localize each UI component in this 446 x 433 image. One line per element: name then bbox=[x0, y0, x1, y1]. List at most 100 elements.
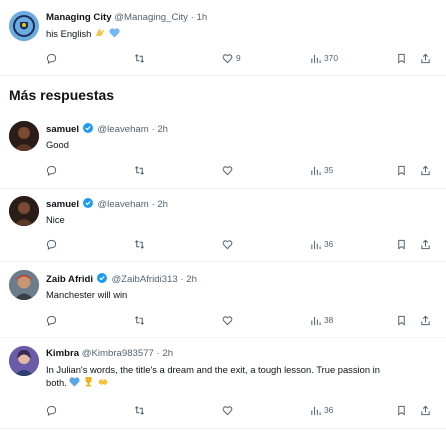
tweet-time[interactable]: 1h bbox=[197, 12, 208, 23]
tweet-time[interactable]: 2h bbox=[157, 199, 168, 210]
avatar-kimbra[interactable] bbox=[9, 346, 39, 376]
divider bbox=[0, 428, 446, 429]
share-icon bbox=[421, 53, 430, 63]
divider bbox=[0, 337, 446, 338]
bookmark-button[interactable] bbox=[396, 163, 407, 177]
person-photo-icon bbox=[9, 270, 39, 300]
reply-button[interactable] bbox=[46, 403, 60, 417]
avatar-samuel[interactable] bbox=[9, 196, 39, 226]
bookmark-icon bbox=[398, 239, 405, 250]
reply-button[interactable] bbox=[46, 313, 60, 327]
person-photo-icon bbox=[9, 121, 39, 151]
bookmark-icon bbox=[398, 165, 405, 176]
share-button[interactable] bbox=[420, 237, 431, 251]
reply-icon bbox=[46, 239, 57, 250]
like-button[interactable] bbox=[222, 163, 236, 177]
reply-icon bbox=[46, 53, 57, 64]
bookmark-button[interactable] bbox=[396, 237, 407, 251]
manchester-city-badge-icon bbox=[9, 11, 39, 41]
reply-button[interactable] bbox=[46, 237, 60, 251]
tweet-text: Manchester will win bbox=[46, 289, 128, 300]
reply-icon bbox=[46, 315, 57, 326]
retweet-button[interactable] bbox=[134, 403, 148, 417]
views-icon bbox=[311, 54, 321, 63]
tweet-header: samuel @leaveham · 2h bbox=[46, 198, 168, 210]
avatar-managing-city[interactable] bbox=[9, 11, 39, 41]
blue-heart-emoji-icon bbox=[69, 377, 81, 390]
bookmark-icon bbox=[398, 405, 405, 416]
bookmark-button[interactable] bbox=[396, 51, 407, 65]
divider bbox=[0, 261, 446, 262]
author-handle[interactable]: @Kimbra983577 bbox=[82, 348, 154, 359]
retweet-icon bbox=[135, 239, 144, 249]
like-button[interactable]: 9 bbox=[222, 51, 241, 65]
trophy-emoji-icon bbox=[83, 376, 94, 390]
divider bbox=[0, 188, 446, 189]
tweet-header: samuel @leaveham · 2h bbox=[46, 123, 168, 135]
like-count: 9 bbox=[236, 53, 241, 63]
heart-icon bbox=[222, 165, 233, 175]
share-button[interactable] bbox=[420, 163, 431, 177]
bookmark-button[interactable] bbox=[396, 403, 407, 417]
share-button[interactable] bbox=[420, 313, 431, 327]
blue-heart-emoji-icon bbox=[108, 28, 120, 41]
views-button[interactable]: 370 bbox=[310, 51, 338, 65]
author-name[interactable]: Managing City bbox=[46, 12, 112, 23]
author-handle[interactable]: @leaveham bbox=[97, 124, 148, 135]
verified-badge-icon bbox=[82, 123, 93, 133]
avatar-samuel[interactable] bbox=[9, 121, 39, 151]
tweet-actions: 36 bbox=[0, 403, 446, 417]
bookmark-button[interactable] bbox=[396, 313, 407, 327]
tweet-actions: 9 370 bbox=[0, 51, 446, 65]
views-icon bbox=[311, 406, 321, 415]
retweet-button[interactable] bbox=[134, 51, 148, 65]
share-icon bbox=[421, 405, 430, 415]
tweet-actions: 36 bbox=[0, 237, 446, 251]
author-name[interactable]: Zaib Afridi bbox=[46, 274, 93, 285]
views-count: 38 bbox=[324, 315, 334, 325]
reply-button[interactable] bbox=[46, 51, 60, 65]
views-count: 35 bbox=[324, 165, 334, 175]
views-button[interactable]: 36 bbox=[310, 403, 333, 417]
tweet-time[interactable]: 2h bbox=[162, 348, 173, 359]
person-photo-icon bbox=[9, 346, 39, 376]
retweet-button[interactable] bbox=[134, 313, 148, 327]
views-button[interactable]: 35 bbox=[310, 163, 333, 177]
retweet-icon bbox=[135, 405, 144, 415]
views-count: 370 bbox=[324, 53, 338, 63]
author-handle[interactable]: @ZaibAfridi313 bbox=[111, 274, 177, 285]
verified-badge-icon bbox=[96, 273, 107, 283]
views-count: 36 bbox=[324, 239, 334, 249]
tweet-time[interactable]: 2h bbox=[186, 274, 197, 285]
handshake-emoji-icon bbox=[97, 377, 109, 390]
heart-icon bbox=[222, 405, 233, 415]
author-name[interactable]: samuel bbox=[46, 199, 79, 210]
views-icon bbox=[311, 166, 321, 175]
tweet-actions: 35 bbox=[0, 163, 446, 177]
tweet-actions: 38 bbox=[0, 313, 446, 327]
like-button[interactable] bbox=[222, 313, 236, 327]
share-button[interactable] bbox=[420, 403, 431, 417]
reply-icon bbox=[46, 165, 57, 176]
author-handle[interactable]: @Managing_City bbox=[114, 12, 188, 23]
verified-badge-icon bbox=[82, 198, 93, 208]
retweet-icon bbox=[135, 53, 144, 63]
views-button[interactable]: 36 bbox=[310, 237, 333, 251]
reply-button[interactable] bbox=[46, 163, 60, 177]
author-name[interactable]: Kimbra bbox=[46, 348, 79, 359]
like-button[interactable] bbox=[222, 237, 236, 251]
tweet-time[interactable]: 2h bbox=[157, 124, 168, 135]
bookmark-icon bbox=[398, 53, 405, 64]
views-button[interactable]: 38 bbox=[310, 313, 333, 327]
retweet-button[interactable] bbox=[134, 237, 148, 251]
author-name[interactable]: samuel bbox=[46, 124, 79, 135]
share-button[interactable] bbox=[420, 51, 431, 65]
tweet-text-wrap: In Julian's words, the title's a dream a… bbox=[46, 363, 386, 390]
like-button[interactable] bbox=[222, 403, 236, 417]
heart-icon bbox=[222, 315, 233, 325]
reply-icon bbox=[46, 405, 57, 416]
author-handle[interactable]: @leaveham bbox=[97, 199, 148, 210]
retweet-button[interactable] bbox=[134, 163, 148, 177]
avatar-zaib-afridi[interactable] bbox=[9, 270, 39, 300]
share-icon bbox=[421, 315, 430, 325]
